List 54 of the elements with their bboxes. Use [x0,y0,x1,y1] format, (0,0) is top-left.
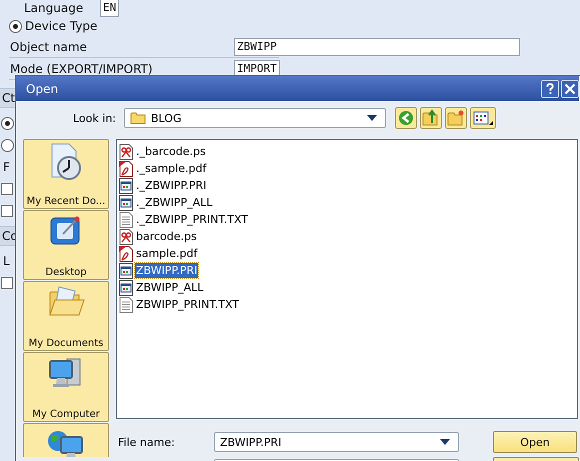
places-button[interactable]: My Computer [23,352,109,422]
file-item[interactable]: ._ZBWIPP.PRI [135,178,208,193]
window-file-icon [119,280,133,296]
file-item[interactable]: ._ZBWIPP_PRINT.TXT [135,212,250,227]
checkbox[interactable] [1,183,13,195]
view-menu-icon[interactable] [470,107,496,129]
folder-up-icon[interactable] [420,107,442,129]
input-field[interactable]: ZBWIPP [234,38,520,56]
radio-button[interactable] [1,138,14,152]
document-icon [119,144,133,160]
file-item[interactable]: ZBWIPP_ALL [135,280,204,295]
pdf-icon [119,160,133,176]
field-label: Language [24,0,84,14]
field-label: F [3,160,10,174]
file-item[interactable]: ZBWIPP_PRINT.TXT [135,297,240,312]
radio-label: Device Type [25,19,98,33]
help-icon[interactable] [541,80,559,98]
file-item[interactable]: ZBWIPP.PRI [135,263,198,278]
file-item[interactable]: ._ZBWIPP_ALL [135,195,214,210]
window-file-icon [119,178,133,194]
caret-icon [440,439,450,445]
file-name-field[interactable]: ZBWIPP.PRI [214,432,459,452]
caret-icon [367,115,377,121]
checkbox[interactable] [1,205,13,217]
file-item[interactable]: ._sample.pdf [135,161,208,176]
radio-button[interactable] [1,116,14,130]
checkbox[interactable] [1,277,13,289]
document-clock-icon [49,143,83,181]
window-title: Open [26,82,58,96]
field-label: L [3,254,10,268]
back-icon[interactable] [395,107,417,129]
field-label: Mode (EXPORT/IMPORT) [9,62,154,76]
places-button[interactable]: My Recent Do... [23,139,109,209]
input-field[interactable]: EN [100,0,120,16]
field-label: Object name [9,40,88,54]
window-file-icon [119,194,133,210]
new-folder-icon[interactable] [445,107,467,129]
radio-button[interactable] [9,20,22,32]
text-file-icon [119,212,133,228]
window-file-icon [119,262,133,278]
file-item[interactable]: ._barcode.ps [135,144,207,159]
pdf-icon [119,246,133,262]
look-in-label: Look in: [72,112,116,124]
file-item[interactable]: barcode.ps [135,229,198,244]
file-item[interactable]: sample.pdf [135,246,198,261]
places-button[interactable]: My Documents [23,281,109,351]
file-name-label: File name: [117,436,176,448]
text-file-icon [119,296,133,312]
folder-icon [130,111,146,125]
places-button[interactable]: Desktop [23,210,109,280]
look-in-dropdown[interactable]: BLOG [124,108,386,128]
open-button[interactable]: Open [493,431,577,453]
document-icon [119,228,133,244]
close-icon[interactable] [561,80,579,98]
